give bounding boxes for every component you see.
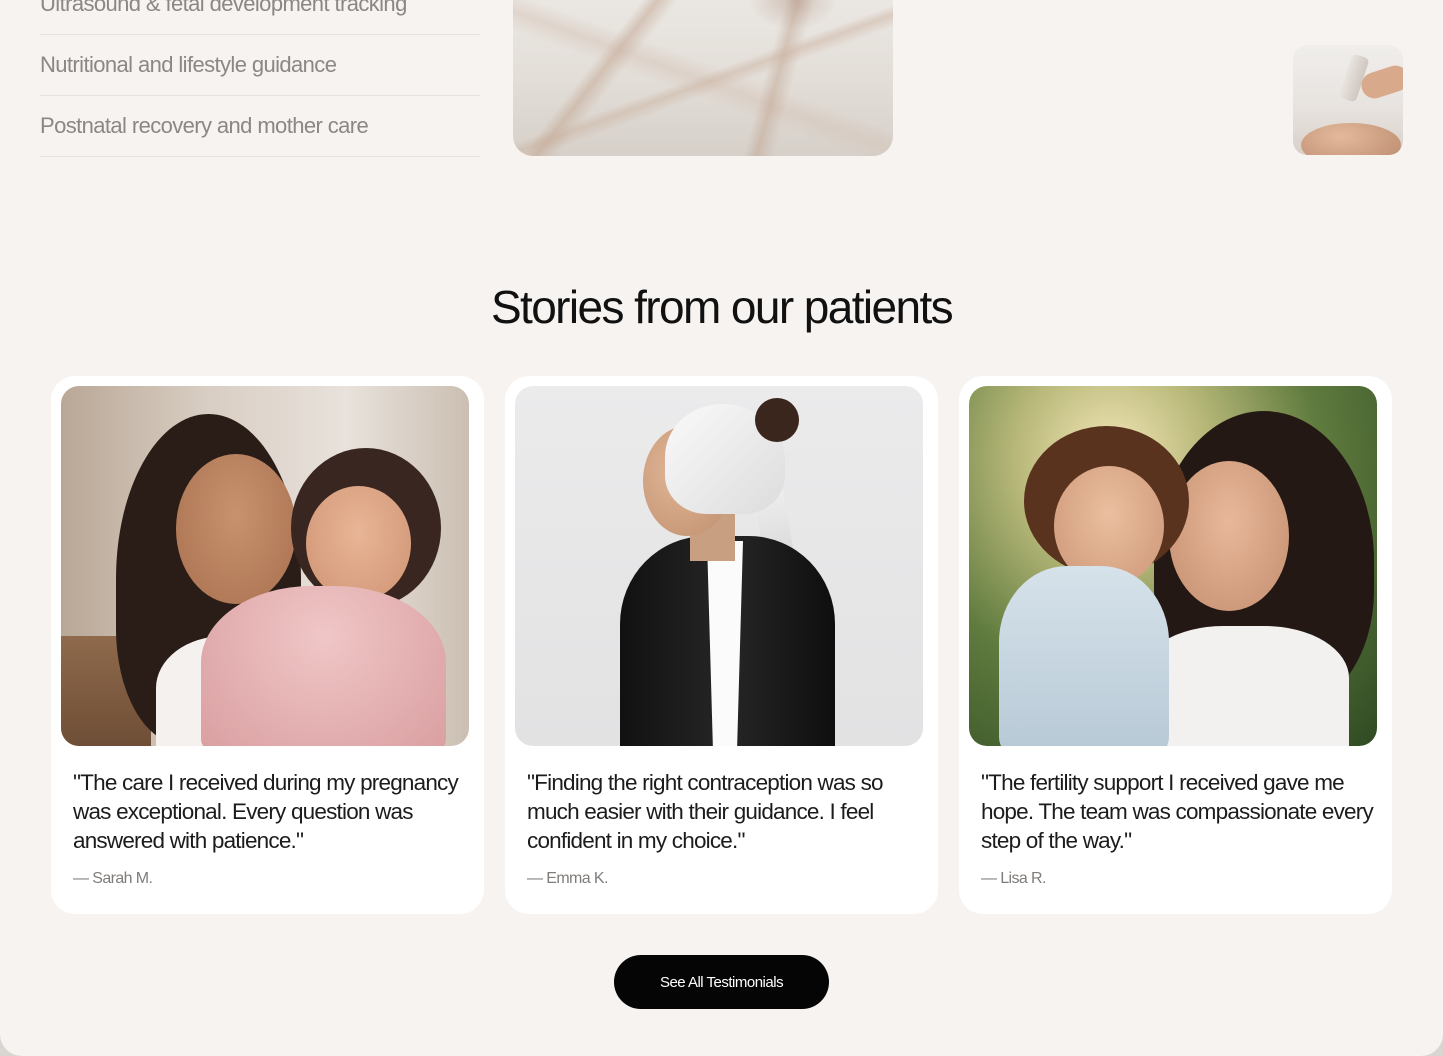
section-title: Stories from our patients: [490, 281, 954, 333]
testimonial-quote: "Finding the right contraception was so …: [527, 770, 884, 853]
testimonial-card-lisa: "The fertility support I received gave m…: [959, 376, 1392, 914]
testimonial-quote: "The fertility support I received gave m…: [981, 770, 1374, 853]
testimonial-photo: [61, 386, 469, 746]
see-all-testimonials-button[interactable]: See All Testimonials: [614, 955, 829, 1009]
testimonial-photo: [515, 386, 923, 746]
testimonial-card-emma: "Finding the right contraception was so …: [505, 376, 938, 914]
testimonial-author: — Lisa R.: [981, 870, 1046, 887]
service-item-nutrition: Nutritional and lifestyle guidance: [40, 35, 480, 96]
fabric-image: [513, 0, 893, 156]
page: Ultrasound & fetal development tracking …: [0, 0, 1443, 1056]
testimonial-author: — Emma K.: [527, 870, 608, 887]
testimonial-photo: [969, 386, 1377, 746]
testimonial-author: — Sarah M.: [73, 870, 153, 887]
ultrasound-thumbnail[interactable]: [1293, 45, 1403, 155]
testimonial-quote: "The care I received during my pregnancy…: [73, 770, 459, 853]
service-list: Ultrasound & fetal development tracking …: [40, 0, 480, 157]
belly-graphic: [1301, 123, 1401, 155]
service-item-ultrasound: Ultrasound & fetal development tracking: [40, 0, 480, 35]
testimonial-card-sarah: "The care I received during my pregnancy…: [51, 376, 484, 914]
service-item-postnatal: Postnatal recovery and mother care: [40, 96, 480, 157]
